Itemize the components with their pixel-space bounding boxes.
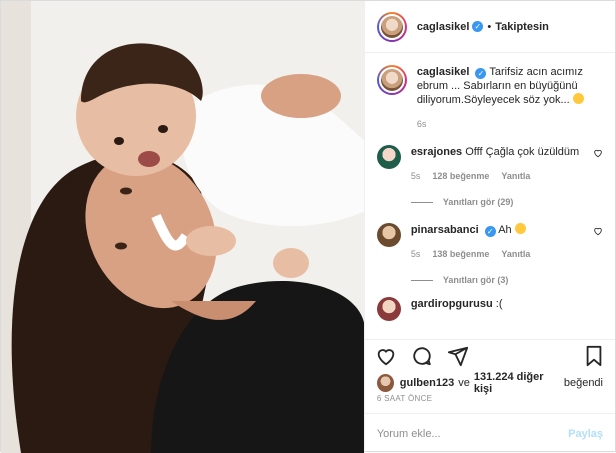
caption-time: 6s (416, 119, 427, 129)
photo-illustration (1, 1, 364, 453)
following-button[interactable]: Takiptesin (495, 21, 549, 33)
liker-username[interactable]: gulben123 (400, 377, 454, 389)
view-replies-label: Yanıtları gör (3) (442, 275, 509, 285)
caption-avatar[interactable] (376, 65, 407, 95)
comment-item: gardiropgurusu :( (376, 297, 603, 321)
liker-avatar[interactable] (376, 374, 394, 392)
sad-emoji-icon (514, 223, 526, 234)
comment-time: 5s (410, 171, 421, 181)
view-replies[interactable]: Yanıtları gör (29) (410, 195, 593, 209)
instagram-post: caglasikel ✓ • Takiptesin caglasikel ✓ T… (0, 0, 616, 453)
avatar[interactable] (376, 297, 401, 321)
bookmark-icon (586, 345, 602, 366)
verified-icon: ✓ (484, 226, 496, 237)
comment-username[interactable]: esrajones (411, 146, 462, 158)
header-separator: • (487, 20, 492, 33)
comment-text: Offf Çağla çok üzüldüm (465, 146, 580, 158)
comments-list[interactable]: caglasikel ✓ Tarifsiz acın acımız ebrum … (365, 53, 615, 335)
comment-item: pinarsabanci ✓ Ah 5s 138 beğenme Yanıtla… (376, 223, 603, 287)
verified-icon: ✓ (475, 68, 487, 79)
heart-icon[interactable] (593, 148, 603, 158)
comment-input[interactable] (376, 427, 569, 440)
reply-button[interactable]: Yanıtla (501, 169, 530, 183)
verified-icon: ✓ (472, 21, 484, 32)
comment-icon (413, 346, 431, 365)
view-replies[interactable]: Yanıtları gör (3) (410, 273, 593, 287)
comment-text: :( (495, 298, 503, 310)
share-button[interactable] (447, 345, 469, 367)
post-header: caglasikel ✓ • Takiptesin (364, 1, 615, 53)
view-replies-label: Yanıtları gör (29) (442, 197, 514, 207)
comment-text: Ah (498, 224, 512, 236)
comment-likes[interactable]: 128 beğenme (432, 169, 489, 183)
comment-button[interactable] (411, 345, 433, 367)
post-sidebar: caglasikel ✓ • Takiptesin caglasikel ✓ T… (363, 1, 615, 453)
add-comment-bar: Paylaş (364, 413, 615, 453)
caption: caglasikel ✓ Tarifsiz acın acımız ebrum … (376, 65, 603, 131)
comment-username[interactable]: gardiropgurusu (411, 298, 493, 310)
post-photo[interactable] (1, 1, 364, 453)
share-icon (447, 346, 468, 366)
smile-emoji-icon (572, 93, 584, 104)
divider (410, 279, 433, 281)
comment-item: esrajones Offf Çağla çok üzüldüm 5s 128 … (376, 145, 603, 209)
avatar (378, 13, 405, 40)
action-bar (364, 339, 615, 371)
caption-username[interactable]: caglasikel (417, 66, 470, 78)
reply-button[interactable]: Yanıtla (501, 247, 530, 261)
comment-likes[interactable]: 138 beğenme (432, 247, 489, 261)
like-button[interactable] (375, 345, 397, 367)
avatar[interactable] (376, 223, 401, 247)
comment-username[interactable]: pinarsabanci (411, 224, 479, 236)
likes-summary: gulben123 ve 131.224 diğer kişi beğendi (376, 371, 603, 395)
avatar (378, 67, 405, 93)
header-username[interactable]: caglasikel (417, 21, 470, 33)
save-button[interactable] (583, 345, 605, 367)
comment-time: 5s (410, 249, 421, 259)
avatar-story-ring[interactable] (376, 11, 407, 42)
heart-icon[interactable] (593, 226, 603, 236)
divider (410, 201, 433, 203)
avatar[interactable] (376, 145, 401, 169)
post-timestamp[interactable]: 6 SAAT ÖNCE (377, 394, 432, 403)
likes-count[interactable]: 131.224 diğer kişi (474, 371, 560, 395)
post-comment-button[interactable]: Paylaş (568, 428, 603, 440)
heart-icon (377, 348, 395, 365)
likes-suffix: beğendi (563, 377, 603, 389)
likes-connector: ve (458, 377, 470, 389)
